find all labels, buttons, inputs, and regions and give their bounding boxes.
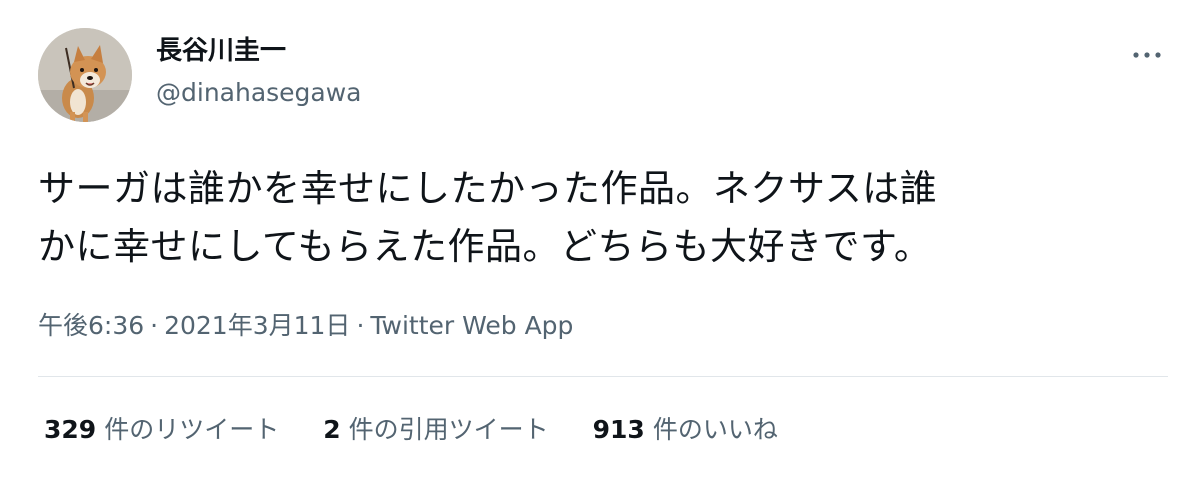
shiba-dog-icon xyxy=(38,28,132,122)
tweet-time[interactable]: 午後6:36 xyxy=(38,311,144,340)
likes-stat[interactable]: 913 件のいいね xyxy=(593,412,778,448)
divider xyxy=(38,376,1168,377)
tweet-text: サーガは誰かを幸せにしたかった作品。ネクサスは誰 かに幸せにしてもらえた作品。ど… xyxy=(38,160,1168,276)
retweets-stat[interactable]: 329 件のリツイート xyxy=(44,412,279,448)
more-horizontal-icon xyxy=(1133,52,1161,58)
tweet-text-line: サーガは誰かを幸せにしたかった作品。ネクサスは誰 xyxy=(38,167,938,210)
quotes-stat[interactable]: 2 件の引用ツイート xyxy=(323,412,548,448)
tweet-source[interactable]: Twitter Web App xyxy=(370,311,573,340)
more-options-button[interactable] xyxy=(1126,38,1168,72)
separator: · xyxy=(356,311,365,340)
separator: · xyxy=(150,311,159,340)
like-label: 件のいいね xyxy=(652,415,778,444)
tweet-text-line: かに幸せにしてもらえた作品。どちらも大好きです。 xyxy=(38,225,932,268)
user-handle[interactable]: @dinahasegawa xyxy=(156,76,362,110)
quote-label: 件の引用ツイート xyxy=(348,415,549,444)
retweet-count: 329 xyxy=(44,415,97,444)
quote-count: 2 xyxy=(323,415,341,444)
tweet-card: 長谷川圭一 @dinahasegawa サーガは誰かを幸せにしたかった作品。ネク… xyxy=(0,0,1200,478)
avatar[interactable] xyxy=(38,28,132,122)
tweet-date[interactable]: 2021年3月11日 xyxy=(164,311,350,340)
engagement-stats: 329 件のリツイート 2 件の引用ツイート 913 件のいいね xyxy=(44,412,822,448)
display-name[interactable]: 長谷川圭一 xyxy=(156,34,286,68)
tweet-metadata: 午後6:36 · 2021年3月11日 · Twitter Web App xyxy=(38,308,573,344)
like-count: 913 xyxy=(592,415,645,444)
retweet-label: 件のリツイート xyxy=(104,415,280,444)
